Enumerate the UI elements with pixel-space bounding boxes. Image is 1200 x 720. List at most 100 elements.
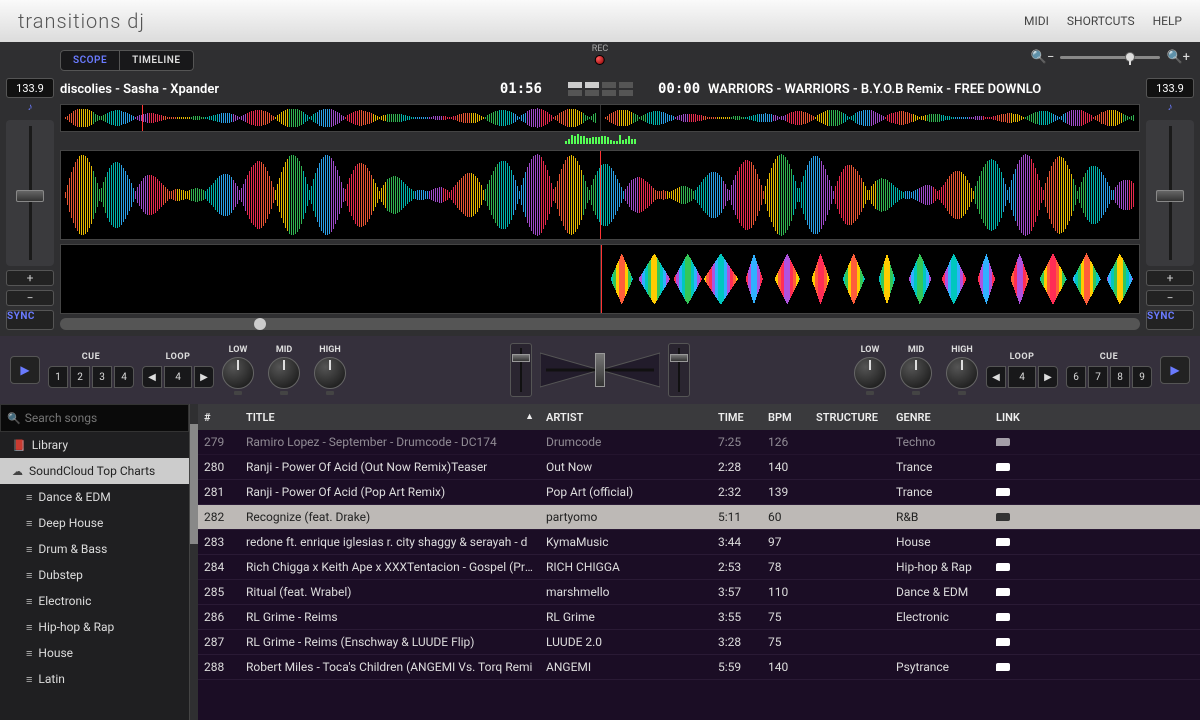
key-icon[interactable]: ♪ — [1146, 102, 1194, 116]
menu-midi[interactable]: MIDI — [1024, 14, 1049, 28]
col-num[interactable]: # — [198, 411, 240, 424]
playlist-icon: ≡ — [26, 543, 32, 556]
table-row[interactable]: 285Ritual (feat. Wrabel)marshmello3:5711… — [198, 580, 1200, 605]
table-row[interactable]: 279Ramiro Lopez - September - Drumcode -… — [198, 430, 1200, 455]
deck-a-tempo-slider[interactable] — [6, 120, 54, 266]
col-link[interactable]: LINK — [990, 411, 1040, 424]
soundcloud-icon[interactable] — [996, 563, 1010, 571]
loop-next[interactable]: ▶ — [194, 366, 214, 388]
deck-b-tempo-slider[interactable] — [1146, 120, 1194, 266]
soundcloud-icon[interactable] — [996, 588, 1010, 596]
playlist-icon: ≡ — [26, 647, 32, 660]
zoom-out-icon[interactable]: 🔍− — [1031, 50, 1055, 65]
sidebar-soundcloud[interactable]: ☁SoundCloud Top Charts — [0, 458, 189, 484]
mixer-controls: ▶ CUE 1 2 3 4 LOOP ◀ 4 ▶ LOW MID HIGH — [0, 336, 1200, 404]
sidebar-scrollbar[interactable] — [190, 404, 198, 720]
sidebar-genre-item[interactable]: ≡Latin — [0, 666, 189, 692]
cue-7[interactable]: 7 — [1088, 366, 1108, 388]
soundcloud-icon[interactable] — [996, 513, 1010, 521]
soundcloud-icon[interactable] — [996, 638, 1010, 646]
cue-8[interactable]: 8 — [1110, 366, 1130, 388]
playlist-icon: ≡ — [26, 595, 32, 608]
search-box[interactable]: 🔍 — [0, 404, 189, 432]
menu-help[interactable]: HELP — [1153, 14, 1182, 28]
table-row[interactable]: 286RL Grime - ReimsRL Grime3:5575Electro… — [198, 605, 1200, 630]
loop-next[interactable]: ▶ — [1038, 366, 1058, 388]
deck-a-tempo-plus[interactable]: + — [6, 270, 54, 286]
eq-low-knob[interactable] — [222, 357, 254, 389]
sidebar-library[interactable]: 📕Library — [0, 432, 189, 458]
cue-4[interactable]: 4 — [114, 366, 134, 388]
table-row[interactable]: 287RL Grime - Reims (Enschway & LUUDE Fl… — [198, 630, 1200, 655]
col-title[interactable]: TITLE▲ — [240, 411, 540, 424]
col-time[interactable]: TIME — [712, 411, 762, 424]
cue-9[interactable]: 9 — [1132, 366, 1152, 388]
eq-high-knob[interactable] — [946, 357, 978, 389]
table-row[interactable]: 282Recognize (feat. Drake)partyomo5:1160… — [198, 505, 1200, 530]
waveform-scrollbar[interactable] — [60, 318, 1140, 330]
sidebar-genre-item[interactable]: ≡Hip-hop & Rap — [0, 614, 189, 640]
deck-b-tempo-plus[interactable]: + — [1146, 270, 1194, 286]
main-waveform[interactable] — [60, 150, 1140, 240]
sidebar-genre-item[interactable]: ≡House — [0, 640, 189, 666]
sidebar-genre-item[interactable]: ≡Electronic — [0, 588, 189, 614]
zoom-in-icon[interactable]: 🔍+ — [1166, 50, 1190, 65]
deck-a-loop-cluster: LOOP ◀ 4 ▶ — [142, 352, 214, 388]
deck-b-sidebar: 133.9 ♪ + − SYNC — [1146, 78, 1194, 330]
deck-b-play-button[interactable]: ▶ — [1160, 356, 1190, 384]
col-artist[interactable]: ARTIST — [540, 411, 712, 424]
rec-label: REC — [592, 44, 609, 54]
deck-a-volume[interactable] — [510, 343, 532, 397]
deck-a-bpm[interactable]: 133.9 — [6, 78, 54, 98]
timeline-tab[interactable]: TIMELINE — [120, 50, 193, 71]
zoom-slider[interactable] — [1060, 56, 1160, 59]
overview-waveform[interactable] — [60, 104, 1140, 132]
playlist-icon: ≡ — [26, 673, 32, 686]
eq-low-knob[interactable] — [854, 357, 886, 389]
col-genre[interactable]: GENRE — [890, 411, 990, 424]
soundcloud-icon[interactable] — [996, 663, 1010, 671]
soundcloud-icon[interactable] — [996, 613, 1010, 621]
loop-size[interactable]: 4 — [1008, 366, 1036, 388]
menu-shortcuts[interactable]: SHORTCUTS — [1067, 14, 1135, 28]
scope-tab[interactable]: SCOPE — [60, 50, 120, 71]
deck-a-tempo-minus[interactable]: − — [6, 290, 54, 306]
eq-mid-knob[interactable] — [900, 357, 932, 389]
col-bpm[interactable]: BPM — [762, 411, 810, 424]
table-row[interactable]: 280Ranji - Power Of Acid (Out Now Remix)… — [198, 455, 1200, 480]
cue-1[interactable]: 1 — [48, 366, 68, 388]
table-row[interactable]: 283redone ft. enrique iglesias r. city s… — [198, 530, 1200, 555]
deck-b-tempo-minus[interactable]: − — [1146, 290, 1194, 306]
table-row[interactable]: 284Rich Chigga x Keith Ape x XXXTentacio… — [198, 555, 1200, 580]
deck-b-sync-button[interactable]: SYNC — [1146, 310, 1194, 330]
loop-prev[interactable]: ◀ — [142, 366, 162, 388]
loop-size[interactable]: 4 — [164, 366, 192, 388]
table-row[interactable]: 288Robert Miles - Toca's Children (ANGEM… — [198, 655, 1200, 680]
eq-high-knob[interactable] — [314, 357, 346, 389]
deck-b-volume[interactable] — [668, 343, 690, 397]
cue-2[interactable]: 2 — [70, 366, 90, 388]
soundcloud-icon[interactable] — [996, 488, 1010, 496]
record-indicator[interactable]: REC — [592, 44, 609, 65]
record-icon — [595, 55, 605, 65]
key-icon[interactable]: ♪ — [6, 102, 54, 116]
soundcloud-icon[interactable] — [996, 438, 1010, 446]
sidebar-genre-item[interactable]: ≡Dance & EDM — [0, 484, 189, 510]
soundcloud-icon[interactable] — [996, 463, 1010, 471]
table-row[interactable]: 281Ranji - Power Of Acid (Pop Art Remix)… — [198, 480, 1200, 505]
deck-a-sync-button[interactable]: SYNC — [6, 310, 54, 330]
loop-prev[interactable]: ◀ — [986, 366, 1006, 388]
col-structure[interactable]: STRUCTURE — [810, 411, 890, 424]
sidebar-genre-item[interactable]: ≡Dubstep — [0, 562, 189, 588]
cue-waveform[interactable] — [60, 244, 1140, 314]
cue-3[interactable]: 3 — [92, 366, 112, 388]
crossfader[interactable] — [540, 343, 660, 397]
cue-6[interactable]: 6 — [1066, 366, 1086, 388]
eq-mid-knob[interactable] — [268, 357, 300, 389]
search-input[interactable] — [25, 411, 182, 425]
deck-a-play-button[interactable]: ▶ — [10, 356, 40, 384]
sidebar-genre-item[interactable]: ≡Drum & Bass — [0, 536, 189, 562]
soundcloud-icon[interactable] — [996, 538, 1010, 546]
deck-b-bpm[interactable]: 133.9 — [1146, 78, 1194, 98]
sidebar-genre-item[interactable]: ≡Deep House — [0, 510, 189, 536]
